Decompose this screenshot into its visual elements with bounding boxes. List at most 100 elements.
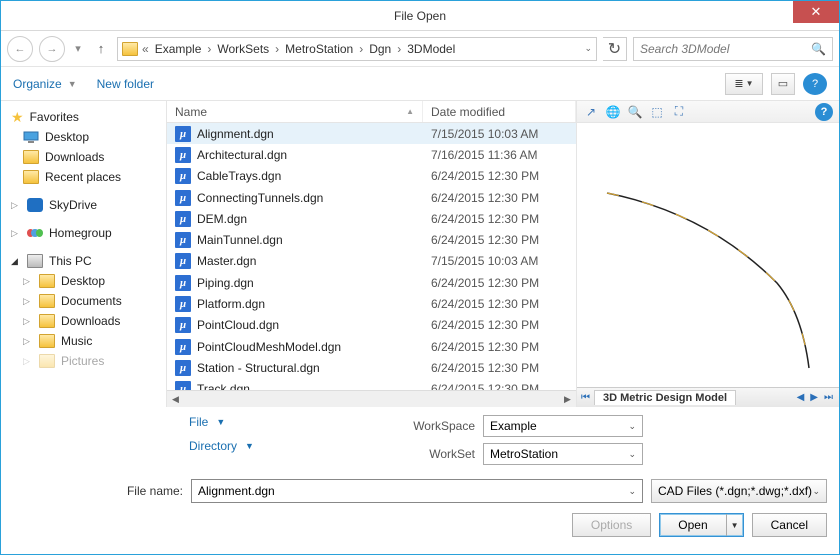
workspace-combo[interactable]: Example⌄ — [483, 415, 643, 437]
dgn-icon: μ — [175, 360, 191, 376]
preview-pane-button[interactable]: ▭ — [771, 73, 795, 95]
file-row[interactable]: μArchitectural.dgn7/16/2015 11:36 AM — [167, 144, 576, 165]
view-mode-button[interactable]: ≣ ▼ — [725, 73, 763, 95]
filetype-combo[interactable]: CAD Files (*.dgn;*.dwg;*.dxf)⌄ — [651, 479, 827, 503]
workspace-label: WorkSpace — [401, 419, 475, 433]
new-folder-button[interactable]: New folder — [97, 77, 154, 91]
forward-button[interactable]: → — [39, 36, 65, 62]
back-button[interactable]: ← — [7, 36, 33, 62]
filename-label: File name: — [13, 484, 183, 498]
tree-pc-desktop[interactable]: ▷Desktop — [5, 271, 162, 291]
dgn-icon: μ — [175, 190, 191, 206]
preview-select-icon[interactable]: ⬚ — [649, 104, 665, 120]
file-link[interactable]: File▼ — [189, 415, 254, 429]
preview-zoom-icon[interactable]: 🔍 — [627, 104, 643, 120]
file-row[interactable]: μPointCloudMeshModel.dgn6/24/2015 12:30 … — [167, 336, 576, 357]
file-row[interactable]: μPiping.dgn6/24/2015 12:30 PM — [167, 272, 576, 293]
folder-icon — [39, 274, 55, 288]
search-icon: 🔍 — [811, 42, 826, 56]
folder-icon — [39, 294, 55, 308]
file-row[interactable]: μDEM.dgn6/24/2015 12:30 PM — [167, 208, 576, 229]
tree-recent[interactable]: Recent places — [5, 167, 162, 187]
tree-downloads[interactable]: Downloads — [5, 147, 162, 167]
dgn-icon: μ — [175, 317, 191, 333]
dgn-icon: μ — [175, 126, 191, 142]
horizontal-scrollbar[interactable]: ◀▶ — [167, 390, 576, 407]
preview-globe-icon[interactable]: 🌐 — [605, 104, 621, 120]
file-row[interactable]: μStation - Structural.dgn6/24/2015 12:30… — [167, 357, 576, 378]
history-dropdown[interactable]: ▾ — [71, 36, 85, 62]
col-date[interactable]: Date modified — [423, 101, 576, 122]
cloud-icon — [27, 198, 43, 212]
preview-arrow-icon[interactable]: ↗ — [583, 104, 599, 120]
file-row[interactable]: μConnectingTunnels.dgn6/24/2015 12:30 PM — [167, 187, 576, 208]
help-button[interactable]: ? — [803, 73, 827, 95]
open-dropdown[interactable]: ▼ — [727, 521, 743, 530]
preview-tab[interactable]: 3D Metric Design Model — [594, 390, 736, 405]
address-bar[interactable]: « Example› WorkSets› MetroStation› Dgn› … — [117, 37, 597, 61]
tree-favorites[interactable]: ★Favorites — [5, 107, 162, 127]
folder-icon — [39, 334, 55, 348]
tree-pc-music[interactable]: ▷Music — [5, 331, 162, 351]
file-row[interactable]: μMainTunnel.dgn6/24/2015 12:30 PM — [167, 229, 576, 250]
folder-icon — [122, 42, 138, 56]
file-row[interactable]: μPlatform.dgn6/24/2015 12:30 PM — [167, 293, 576, 314]
preview-canvas[interactable] — [577, 123, 839, 387]
open-button[interactable]: Open▼ — [659, 513, 743, 537]
dgn-icon: μ — [175, 275, 191, 291]
col-name[interactable]: Name▲ — [167, 101, 423, 122]
tree-homegroup[interactable]: ▷Homegroup — [5, 223, 162, 243]
crumb[interactable]: WorkSets — [215, 42, 271, 56]
close-button[interactable]: ✕ — [793, 1, 839, 23]
up-button[interactable]: ↑ — [91, 39, 111, 59]
preview-fit-icon[interactable]: ⛶ — [671, 104, 687, 120]
crumb[interactable]: MetroStation — [283, 42, 355, 56]
crumb[interactable]: Example — [153, 42, 204, 56]
dgn-icon: μ — [175, 211, 191, 227]
tree-pc-documents[interactable]: ▷Documents — [5, 291, 162, 311]
homegroup-icon — [27, 226, 43, 240]
dgn-icon: μ — [175, 168, 191, 184]
folder-icon — [39, 354, 55, 368]
search-input[interactable]: Search 3DModel 🔍 — [633, 37, 833, 61]
star-icon: ★ — [11, 109, 24, 126]
filename-input[interactable]: Alignment.dgn⌄ — [191, 479, 643, 503]
tree-desktop[interactable]: Desktop — [5, 127, 162, 147]
tree-thispc[interactable]: ◢This PC — [5, 251, 162, 271]
prev-model-icon[interactable]: ◀ — [795, 392, 807, 403]
sort-indicator: ▲ — [406, 107, 414, 116]
refresh-button[interactable]: ↻ — [603, 37, 627, 61]
folder-icon — [39, 314, 55, 328]
workset-label: WorkSet — [401, 447, 475, 461]
cancel-button[interactable]: Cancel — [752, 513, 827, 537]
dgn-icon: μ — [175, 147, 191, 163]
folder-tree[interactable]: ★Favorites Desktop Downloads Recent plac… — [1, 101, 167, 407]
file-row[interactable]: μPointCloud.dgn6/24/2015 12:30 PM — [167, 315, 576, 336]
organize-menu[interactable]: Organize — [13, 77, 62, 91]
search-placeholder: Search 3DModel — [640, 42, 729, 56]
workset-combo[interactable]: MetroStation⌄ — [483, 443, 643, 465]
column-headers[interactable]: Name▲ Date modified — [167, 101, 576, 123]
tree-skydrive[interactable]: ▷SkyDrive — [5, 195, 162, 215]
crumb[interactable]: 3DModel — [405, 42, 457, 56]
preview-toolbar: ↗ 🌐 🔍 ⬚ ⛶ ? — [577, 101, 839, 123]
tree-pc-pictures[interactable]: ▷Pictures — [5, 351, 162, 371]
rewind-icon[interactable]: ⏮ — [581, 392, 594, 403]
window-title: File Open — [1, 9, 839, 23]
directory-link[interactable]: Directory▼ — [189, 439, 254, 453]
file-row[interactable]: μTrack.dgn6/24/2015 12:30 PM — [167, 379, 576, 390]
crumb[interactable]: Dgn — [367, 42, 393, 56]
next-model-icon[interactable]: ▶ — [808, 392, 820, 403]
tree-pc-downloads[interactable]: ▷Downloads — [5, 311, 162, 331]
file-row[interactable]: μMaster.dgn7/15/2015 10:03 AM — [167, 251, 576, 272]
folder-icon — [23, 150, 39, 164]
file-row[interactable]: μAlignment.dgn7/15/2015 10:03 AM — [167, 123, 576, 144]
address-dropdown-icon[interactable]: ⌄ — [584, 43, 592, 54]
file-row[interactable]: μCableTrays.dgn6/24/2015 12:30 PM — [167, 166, 576, 187]
dgn-icon: μ — [175, 232, 191, 248]
pc-icon — [27, 254, 43, 268]
dgn-icon: μ — [175, 253, 191, 269]
preview-help-icon[interactable]: ? — [815, 103, 833, 121]
dgn-icon: μ — [175, 339, 191, 355]
last-model-icon[interactable]: ⏭ — [822, 392, 835, 403]
